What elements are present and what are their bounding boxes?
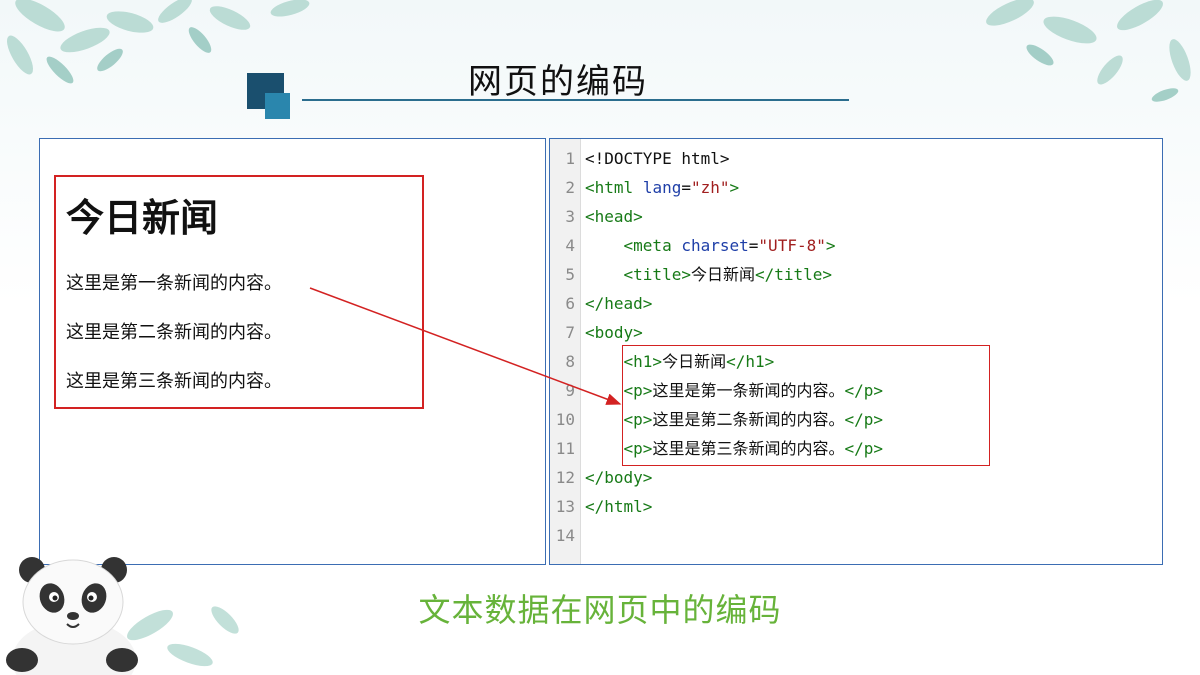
line-number: 12 [555,468,575,487]
source-code-panel: 1 <!DOCTYPE html> 2 <html lang="zh"> 3 <hea… [549,138,1163,565]
code-tag: <body> [585,323,643,342]
code-line-7: 7 <body> [550,318,643,347]
line-number: 4 [565,236,575,255]
code-value: "UTF-8" [758,236,826,255]
code-attribute: charset [681,236,749,255]
code-text: 今日新闻 [690,265,755,284]
code-line-2: 2 <html lang="zh"> [550,173,739,202]
code-highlight-box [622,345,990,466]
line-number: 11 [555,439,575,458]
title-underline [302,99,849,101]
preview-paragraph-3: 这里是第三条新闻的内容。 [66,371,282,392]
slide-title-area: 网页的编码 [246,50,856,120]
code-tag: <html [585,178,634,197]
code-tag: <title> [623,265,691,284]
code-text: <!DOCTYPE html> [585,149,730,168]
preview-paragraph-1: 这里是第一条新闻的内容。 [66,273,282,294]
code-line-13: 13 </html> [550,492,653,521]
code-tag: > [729,178,740,197]
line-number: 7 [565,323,575,342]
code-line-3: 3 <head> [550,202,643,231]
line-number: 10 [555,410,575,429]
line-number: 6 [565,294,575,313]
code-line-4: 4 <meta charset="UTF-8"> [550,231,836,260]
line-number: 14 [555,526,575,545]
title-square-light [265,93,290,119]
line-number: 3 [565,207,575,226]
code-text: = [748,236,759,255]
line-number: 9 [565,381,575,400]
code-tag: </head> [585,294,653,313]
rendered-preview-panel: 今日新闻 这里是第一条新闻的内容。 这里是第二条新闻的内容。 这里是第三条新闻的… [39,138,546,565]
code-tag: </body> [585,468,653,487]
line-number: 8 [565,352,575,371]
code-line-14: 14 [550,521,585,550]
slide-title: 网页的编码 [468,62,648,102]
code-line-5: 5 <title>今日新闻</title> [550,260,832,289]
line-number: 5 [565,265,575,284]
code-tag: </html> [585,497,653,516]
line-number: 2 [565,178,575,197]
preview-heading: 今日新闻 [66,195,219,240]
preview-highlight-box: 今日新闻 这里是第一条新闻的内容。 这里是第二条新闻的内容。 这里是第三条新闻的… [54,175,424,409]
leaves-decoration-top-right [986,0,1191,102]
code-line-1: 1 <!DOCTYPE html> [550,144,730,173]
line-number: 13 [555,497,575,516]
panda-illustration [6,557,138,675]
slide-caption: 文本数据在网页中的编码 [418,591,782,629]
code-line-12: 12 </body> [550,463,653,492]
code-value: "zh" [690,178,730,197]
code-line-6: 6 </head> [550,289,652,318]
preview-paragraph-2: 这里是第二条新闻的内容。 [66,322,282,343]
code-tag: <head> [585,207,643,226]
code-attribute: lang [642,178,682,197]
code-tag: </title> [754,265,833,284]
code-text: = [681,178,691,197]
code-tag: > [825,236,836,255]
line-number: 1 [565,149,575,168]
code-tag: <meta [623,236,672,255]
